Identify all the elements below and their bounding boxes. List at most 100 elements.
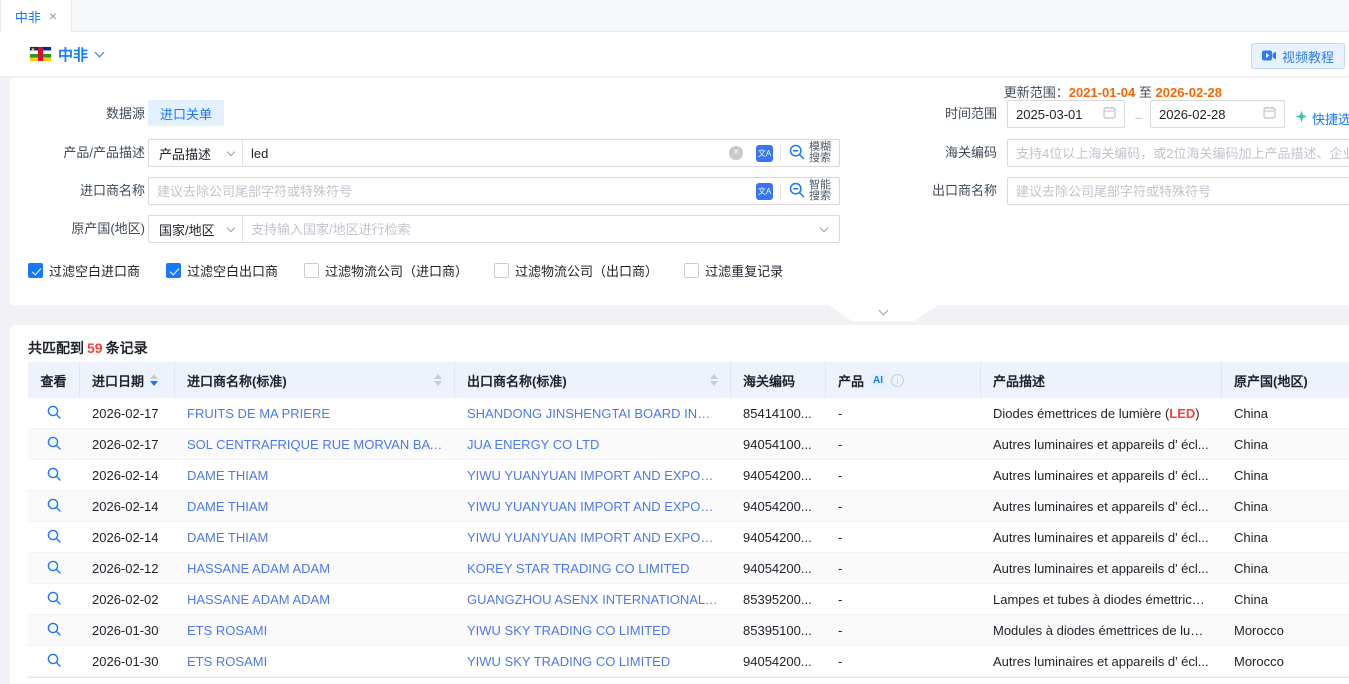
partial-next-row [28,677,1349,682]
ai-badge: AI [870,374,886,387]
results-summary: 共匹配到59条记录 [28,338,148,358]
exporter-name-link[interactable]: YIWU YUANYUAN IMPORT AND EXPORT C... [455,530,731,545]
product-description-cell: Lampes et tubes à diodes émettrices... [981,592,1222,607]
data-source-import-declaration-button[interactable]: 进口关单 [148,100,224,126]
import-date-cell: 2026-02-14 [80,499,175,514]
time-range-end-input[interactable] [1159,107,1263,122]
translate-icon[interactable]: 文A [756,183,773,200]
checkbox-checked-icon[interactable] [166,263,181,278]
importer-name-link[interactable]: FRUITS DE MA PRIERE [175,406,455,421]
col-header-exporter[interactable]: 出口商名称(标准) [455,362,731,398]
exporter-name-link[interactable]: YIWU SKY TRADING CO LIMITED [455,623,731,638]
translate-icon[interactable]: 文A [756,145,773,162]
col-header-importer[interactable]: 进口商名称(标准) [175,362,455,398]
filter-checkbox-label: 过滤空白进口商 [49,261,140,280]
view-detail-button[interactable] [28,436,80,453]
exporter-name-link[interactable]: YIWU YUANYUAN IMPORT AND EXPORT C... [455,499,731,514]
view-detail-button[interactable] [28,498,80,515]
search-magnifier-icon[interactable] [47,529,61,546]
country-title[interactable]: 中非 [58,44,88,65]
hs-code-input[interactable] [1008,140,1349,166]
chevron-down-icon[interactable] [95,48,105,58]
video-tutorial-button[interactable]: 视频教程 [1251,43,1345,69]
view-detail-button[interactable] [28,467,80,484]
chevron-down-icon [227,147,235,155]
product-label: 产品/产品描述 [10,139,145,167]
tab-zhongfei[interactable]: 中非 × [0,0,72,32]
time-range-start-input[interactable] [1016,107,1103,122]
chevron-down-icon [878,306,888,316]
exporter-name-link[interactable]: GUANGZHOU ASENX INTERNATIONAL CO ... [455,592,731,607]
product-cell: - [826,654,981,669]
exporter-name-link[interactable]: YIWU SKY TRADING CO LIMITED [455,654,731,669]
search-magnifier-icon[interactable] [47,467,61,484]
collapse-form-button[interactable] [828,305,938,321]
sort-icons[interactable] [434,374,442,386]
exporter-name-link[interactable]: YIWU YUANYUAN IMPORT AND EXPORT C... [455,468,731,483]
search-magnifier-icon[interactable] [47,498,61,515]
origin-country-input[interactable] [243,216,821,242]
view-detail-button[interactable] [28,591,80,608]
importer-name-link[interactable]: ETS ROSAMI [175,623,455,638]
checkbox-checked-icon[interactable] [28,263,43,278]
smart-search-button[interactable]: 智能搜索 [781,178,839,204]
filter-checkbox[interactable]: 过滤物流公司（出口商） [494,261,658,280]
importer-name-link[interactable]: DAME THIAM [175,530,455,545]
import-date-cell: 2026-02-14 [80,530,175,545]
chevron-down-icon[interactable] [820,223,828,231]
hs-code-cell: 85414100... [731,406,826,421]
search-magnifier-icon[interactable] [47,560,61,577]
filter-checkbox[interactable]: 过滤物流公司（进口商） [304,261,468,280]
view-detail-button[interactable] [28,405,80,422]
col-header-product: 产品 AI i [826,362,981,398]
importer-name-link[interactable]: DAME THIAM [175,499,455,514]
chevron-down-icon [227,223,235,231]
product-type-select[interactable]: 产品描述 [149,140,243,166]
exporter-name-input[interactable] [1008,178,1349,204]
search-magnifier-icon[interactable] [47,436,61,453]
exporter-name-link[interactable]: SHANDONG JINSHENGTAI BOARD INDUST... [455,406,731,421]
importer-name-link[interactable]: HASSANE ADAM ADAM [175,592,455,607]
view-detail-button[interactable] [28,622,80,639]
importer-name-input[interactable] [149,178,749,204]
import-date-cell: 2026-01-30 [80,654,175,669]
exporter-name-link[interactable]: KOREY STAR TRADING CO LIMITED [455,561,731,576]
close-icon[interactable]: × [49,9,57,23]
importer-name-link[interactable]: DAME THIAM [175,468,455,483]
filter-checkbox[interactable]: 过滤空白进口商 [28,261,140,280]
clear-input-icon[interactable]: × [729,146,743,160]
product-description-input[interactable] [243,140,723,166]
time-range-start-field[interactable] [1007,100,1125,128]
filter-checkbox-label: 过滤物流公司（进口商） [325,261,468,280]
origin-country-cell: Morocco [1222,623,1349,638]
table-row: 2026-02-17SOL CENTRAFRIQUE RUE MORVAN BA… [28,429,1349,460]
filter-checkbox[interactable]: 过滤重复记录 [684,261,783,280]
search-magnifier-icon[interactable] [47,653,61,670]
quick-select-button[interactable]: 快捷选 [1295,104,1349,132]
importer-name-link[interactable]: ETS ROSAMI [175,654,455,669]
sort-icons[interactable] [710,374,718,386]
view-detail-button[interactable] [28,560,80,577]
fuzzy-search-button[interactable]: 模糊搜索 [781,140,839,166]
sort-icons[interactable] [150,374,158,386]
importer-name-link[interactable]: SOL CENTRAFRIQUE RUE MORVAN BAT OF... [175,437,455,452]
view-detail-button[interactable] [28,653,80,670]
checkbox-unchecked-icon[interactable] [684,263,699,278]
search-magnifier-icon[interactable] [47,622,61,639]
origin-country-cell: China [1222,406,1349,421]
search-magnifier-icon[interactable] [47,405,61,422]
checkbox-unchecked-icon[interactable] [304,263,319,278]
filter-checkbox-label: 过滤重复记录 [705,261,783,280]
time-range-end-field[interactable] [1150,100,1285,128]
importer-name-link[interactable]: HASSANE ADAM ADAM [175,561,455,576]
view-detail-button[interactable] [28,529,80,546]
exporter-name-link[interactable]: JUA ENERGY CO LTD [455,437,731,452]
origin-type-select[interactable]: 国家/地区 [149,216,243,242]
filter-checkbox[interactable]: 过滤空白出口商 [166,261,278,280]
checkbox-unchecked-icon[interactable] [494,263,509,278]
search-magnifier-icon[interactable] [47,591,61,608]
search-icon [789,144,805,163]
video-icon [1262,49,1277,64]
col-header-import-date[interactable]: 进口日期 [80,362,175,398]
info-icon[interactable]: i [891,374,904,387]
